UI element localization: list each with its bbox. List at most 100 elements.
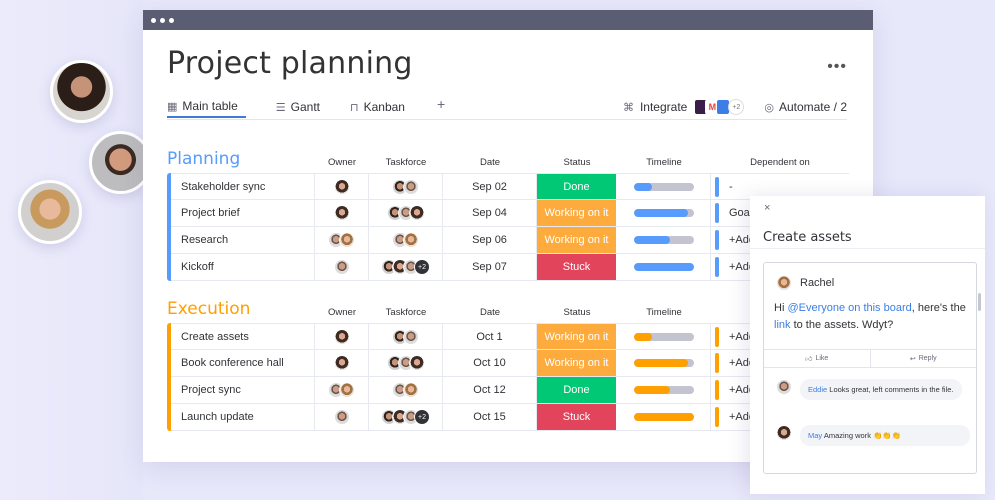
window-dot bbox=[151, 17, 156, 23]
status-badge[interactable]: Done bbox=[537, 174, 617, 199]
status-badge[interactable]: Working on it bbox=[537, 227, 617, 253]
item-name[interactable]: Book conference hall bbox=[171, 350, 315, 376]
table-row[interactable]: Research Sep 06 Working on it +Add bbox=[171, 227, 849, 254]
taskforce-cell[interactable] bbox=[369, 350, 443, 376]
tab-kanban[interactable]: ⊓ Kanban bbox=[350, 96, 405, 118]
date-cell[interactable]: Oct 10 bbox=[443, 350, 537, 376]
more-options-button[interactable]: ••• bbox=[827, 58, 847, 76]
timeline-cell[interactable] bbox=[617, 324, 711, 349]
table-row[interactable]: Stakeholder sync Sep 02 Done - bbox=[171, 173, 849, 200]
dependency-indicator bbox=[715, 326, 719, 347]
item-name[interactable]: Stakeholder sync bbox=[171, 174, 315, 199]
timeline-cell[interactable] bbox=[617, 254, 711, 280]
column-header-taskforce[interactable]: Taskforce bbox=[366, 307, 446, 318]
table-row[interactable]: Project brief Sep 04 Working on it Goal bbox=[171, 200, 849, 227]
item-name[interactable]: Create assets bbox=[171, 324, 315, 349]
timeline-progress bbox=[633, 209, 688, 217]
integrate-button[interactable]: Integrate bbox=[640, 100, 687, 114]
date-cell[interactable]: Oct 1 bbox=[443, 324, 537, 349]
owner-cell[interactable] bbox=[315, 227, 369, 253]
status-badge[interactable]: Working on it bbox=[537, 324, 617, 349]
status-badge[interactable]: Done bbox=[537, 377, 617, 403]
mention-link[interactable]: @Everyone on this board bbox=[787, 302, 911, 314]
column-header-date[interactable]: Date bbox=[450, 157, 530, 168]
taskforce-cell[interactable] bbox=[369, 200, 443, 226]
assets-link[interactable]: link bbox=[774, 319, 791, 331]
table-row[interactable]: Project sync Oct 12 Done +Add bbox=[171, 377, 849, 404]
owner-cell[interactable] bbox=[315, 404, 369, 430]
timeline-cell[interactable] bbox=[617, 404, 711, 430]
avatar bbox=[333, 259, 350, 275]
group-title[interactable]: Planning bbox=[167, 149, 240, 169]
reply-author[interactable]: May bbox=[808, 431, 822, 440]
taskforce-cell[interactable] bbox=[369, 174, 443, 199]
timeline-cell[interactable] bbox=[617, 200, 711, 226]
column-header-timeline[interactable]: Timeline bbox=[624, 157, 704, 168]
item-name[interactable]: Project sync bbox=[171, 377, 315, 403]
column-header-timeline[interactable]: Timeline bbox=[624, 307, 704, 318]
date-cell[interactable]: Sep 06 bbox=[443, 227, 537, 253]
dependency-value[interactable]: Goal bbox=[729, 207, 752, 219]
taskforce-cell[interactable] bbox=[369, 377, 443, 403]
owner-cell[interactable] bbox=[315, 200, 369, 226]
status-badge[interactable]: Working on it bbox=[537, 200, 617, 226]
column-header-status[interactable]: Status bbox=[537, 157, 617, 168]
automate-button[interactable]: ◎ Automate / 2 bbox=[764, 100, 847, 114]
column-header-date[interactable]: Date bbox=[450, 307, 530, 318]
gantt-icon: ☰ bbox=[275, 101, 286, 114]
owner-cell[interactable] bbox=[315, 254, 369, 280]
group-execution: Execution Owner Taskforce Date Status Timelin… bbox=[167, 297, 849, 431]
table-row[interactable]: Book conference hall Oct 10 Working on it +… bbox=[171, 350, 849, 377]
table-row[interactable]: Kickoff +2 Sep 07 Stuck +Add bbox=[171, 254, 849, 281]
post-text: , here's the bbox=[911, 302, 966, 314]
date-cell[interactable]: Oct 12 bbox=[443, 377, 537, 403]
table-row[interactable]: Create assets Oct 1 Working on it +Add bbox=[171, 323, 849, 350]
like-button[interactable]: 👍︎ Like bbox=[764, 350, 870, 367]
timeline-cell[interactable] bbox=[617, 350, 711, 376]
timeline-cell[interactable] bbox=[617, 377, 711, 403]
taskforce-cell[interactable] bbox=[369, 227, 443, 253]
group-title[interactable]: Execution bbox=[167, 299, 250, 319]
tab-gantt[interactable]: ☰ Gantt bbox=[276, 96, 320, 118]
panel-scrollbar[interactable] bbox=[978, 293, 981, 311]
tab-label: Gantt bbox=[290, 100, 321, 114]
integration-icons[interactable]: M +2 bbox=[694, 99, 745, 115]
taskforce-cell[interactable]: +2 bbox=[369, 254, 443, 280]
item-name[interactable]: Kickoff bbox=[171, 254, 315, 280]
timeline-cell[interactable] bbox=[617, 174, 711, 199]
status-badge[interactable]: Stuck bbox=[537, 404, 617, 430]
column-header-dependent[interactable]: Dependent on bbox=[740, 157, 820, 168]
item-name[interactable]: Project brief bbox=[171, 200, 315, 226]
owner-cell[interactable] bbox=[315, 324, 369, 349]
reply-author[interactable]: Eddie bbox=[808, 385, 827, 394]
timeline-bar bbox=[633, 413, 694, 421]
owner-cell[interactable] bbox=[315, 174, 369, 199]
reply-button[interactable]: ↩ Reply bbox=[869, 350, 977, 367]
item-name[interactable]: Launch update bbox=[171, 404, 315, 430]
date-cell[interactable]: Sep 04 bbox=[443, 200, 537, 226]
taskforce-cell[interactable]: +2 bbox=[369, 404, 443, 430]
tab-main-table[interactable]: ▦ Main table bbox=[167, 96, 246, 118]
column-header-status[interactable]: Status bbox=[537, 307, 617, 318]
table-row[interactable]: Launch update +2 Oct 15 Stuck +Add bbox=[171, 404, 849, 431]
date-cell[interactable]: Sep 07 bbox=[443, 254, 537, 280]
column-header-taskforce[interactable]: Taskforce bbox=[366, 157, 446, 168]
taskforce-cell[interactable] bbox=[369, 324, 443, 349]
timeline-progress bbox=[633, 386, 670, 394]
add-view-button[interactable]: + bbox=[437, 96, 445, 112]
date-cell[interactable]: Sep 02 bbox=[443, 174, 537, 199]
item-name[interactable]: Research bbox=[171, 227, 315, 253]
dependency-indicator bbox=[715, 257, 719, 277]
status-badge[interactable]: Stuck bbox=[537, 254, 617, 280]
timeline-progress bbox=[633, 332, 652, 341]
close-icon[interactable]: × bbox=[764, 202, 770, 214]
owner-cell[interactable] bbox=[315, 350, 369, 376]
owner-cell[interactable] bbox=[315, 377, 369, 403]
dependency-value[interactable]: - bbox=[729, 181, 733, 193]
timeline-cell[interactable] bbox=[617, 227, 711, 253]
date-cell[interactable]: Oct 15 bbox=[443, 404, 537, 430]
timeline-bar bbox=[633, 332, 694, 341]
update-post: Rachel Hi @Everyone on this board, here'… bbox=[763, 262, 977, 474]
view-tabs: ▦ Main table ☰ Gantt ⊓ Kanban + ⌘ Integr… bbox=[167, 96, 847, 120]
status-badge[interactable]: Working on it bbox=[537, 350, 617, 376]
